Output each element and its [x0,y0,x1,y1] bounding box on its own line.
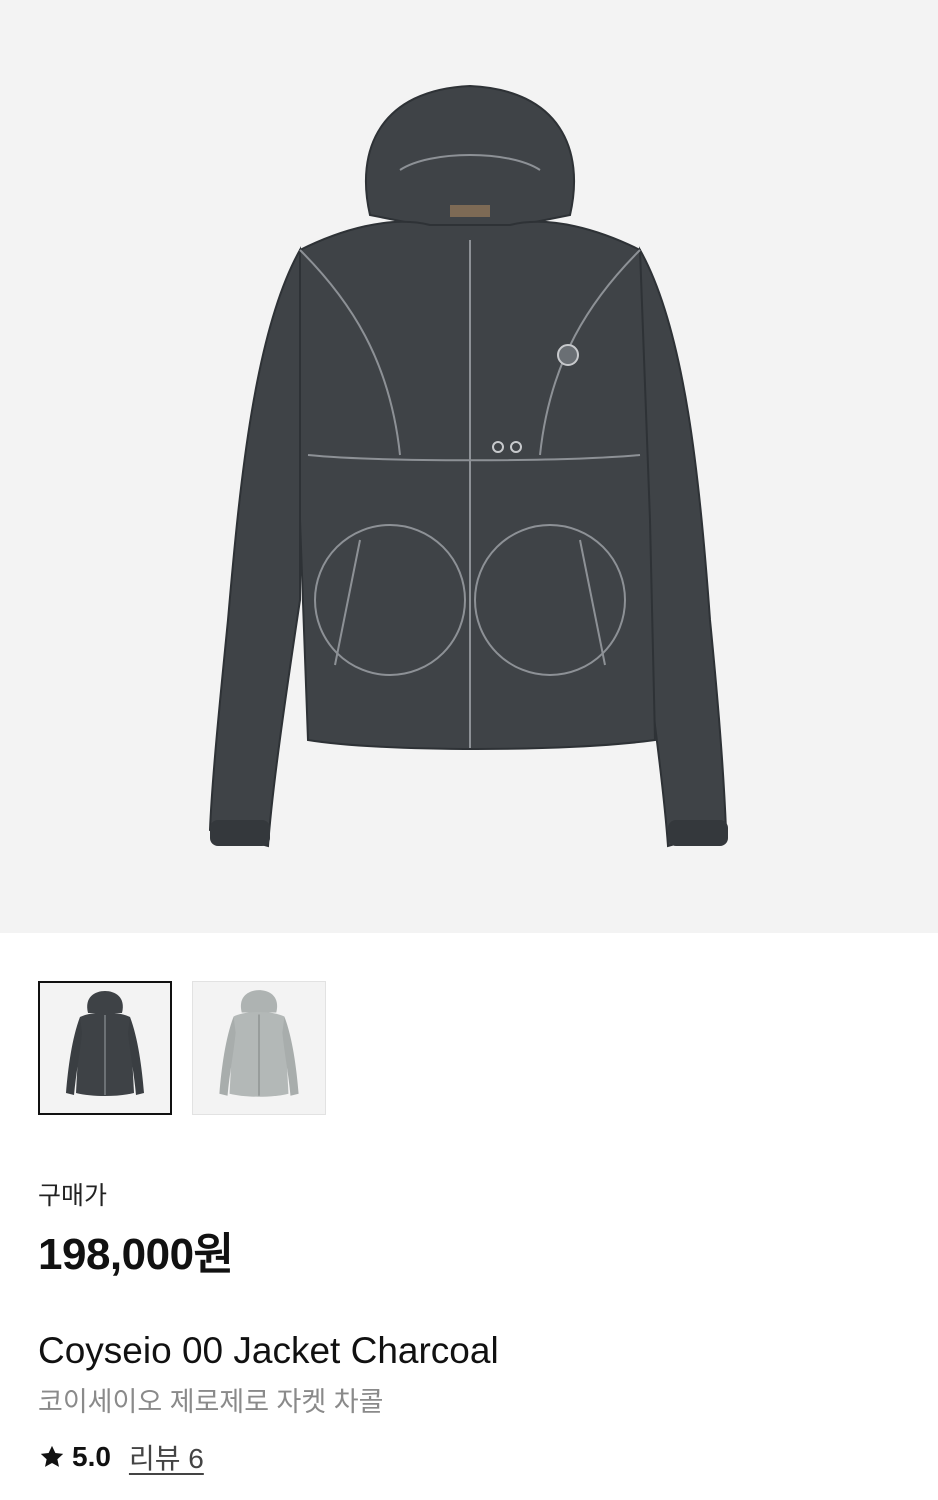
product-title: Coyseio 00 Jacket Charcoal [38,1330,499,1371]
star-icon [40,1445,64,1467]
thumbnail-light-grey-image [219,990,299,1097]
rating-value: 5.0 [72,1441,111,1472]
price-label: 구매가 [38,1182,108,1210]
product-hero-image[interactable] [0,0,938,933]
review-link[interactable]: 리뷰 6 [129,1437,204,1477]
thumbnail-light-grey[interactable] [192,981,326,1115]
product-price: 198,000원 [38,1230,234,1279]
thumbnail-charcoal[interactable] [38,981,172,1115]
product-subtitle: 코이세이오 제로제로 자켓 차콜 [38,1387,384,1417]
thumbnail-list [38,981,326,1115]
jacket-photo [208,84,728,848]
rating-row: 5.0 리뷰 6 [38,1437,204,1477]
thumbnail-charcoal-image [66,991,144,1096]
